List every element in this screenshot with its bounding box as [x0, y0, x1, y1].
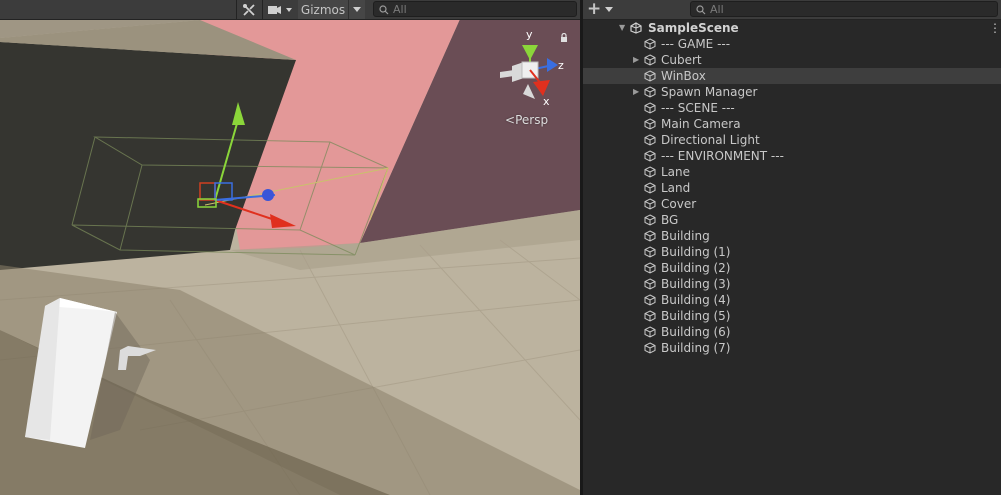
gizmos-button[interactable]: Gizmos — [298, 0, 348, 19]
gameobject-icon — [644, 134, 656, 146]
hierarchy-item-label: --- GAME --- — [661, 37, 731, 51]
hierarchy-item-label: Spawn Manager — [661, 85, 758, 99]
kebab-menu-icon[interactable]: ⋮ — [989, 20, 1001, 36]
gameobject-icon — [644, 342, 656, 354]
hierarchy-search-input[interactable]: All — [690, 1, 998, 17]
chevron-down-icon — [353, 6, 361, 12]
hierarchy-item-label: Building (4) — [661, 293, 731, 307]
hierarchy-item-label: Lane — [661, 165, 691, 179]
hierarchy-item-label: WinBox — [661, 69, 706, 83]
hierarchy-item-label: --- ENVIRONMENT --- — [661, 149, 784, 163]
hierarchy-item[interactable]: Building — [583, 228, 1001, 244]
hierarchy-item-label: Cubert — [661, 53, 702, 67]
hierarchy-item[interactable]: Building (7) — [583, 340, 1001, 356]
hierarchy-item[interactable]: Land — [583, 180, 1001, 196]
gizmo-z-label: z — [558, 59, 564, 72]
hierarchy-item-label: Building (2) — [661, 261, 731, 275]
gameobject-icon — [644, 310, 656, 322]
persp-arrow-icon: < — [505, 113, 516, 127]
hierarchy-item[interactable]: --- ENVIRONMENT --- — [583, 148, 1001, 164]
gameobject-icon — [644, 54, 656, 66]
scene-toolbar: Gizmos All — [0, 0, 580, 20]
expand-arrow-icon[interactable]: ▶ — [633, 84, 643, 100]
add-object-button[interactable]: + — [587, 0, 619, 19]
lock-icon[interactable] — [560, 32, 568, 46]
hierarchy-item[interactable]: Building (1) — [583, 244, 1001, 260]
tools-icon[interactable] — [237, 0, 261, 19]
gameobject-icon — [644, 246, 656, 258]
expand-arrow-icon[interactable]: ▶ — [633, 52, 643, 68]
hierarchy-item[interactable]: Cover — [583, 196, 1001, 212]
hierarchy-item[interactable]: Building (2) — [583, 260, 1001, 276]
expand-arrow-icon[interactable]: ▼ — [619, 20, 629, 36]
hierarchy-item[interactable]: Building (3) — [583, 276, 1001, 292]
gameobject-icon — [644, 230, 656, 242]
hierarchy-item[interactable]: ▶ Spawn Manager — [583, 84, 1001, 100]
gameobject-icon — [644, 278, 656, 290]
gameobject-icon — [644, 262, 656, 274]
gameobject-icon — [644, 86, 656, 98]
gameobject-icon — [644, 294, 656, 306]
chevron-down-icon — [605, 6, 614, 12]
search-icon — [379, 4, 389, 15]
hierarchy-toolbar: + All — [583, 0, 1001, 20]
hierarchy-panel: + All ▼ SampleScene ⋮ --- GAME --- ▶ Cuber… — [583, 0, 1001, 495]
hierarchy-item[interactable]: Main Camera — [583, 116, 1001, 132]
search-icon — [696, 4, 706, 15]
hierarchy-item[interactable]: Building (5) — [583, 308, 1001, 324]
hierarchy-item-label: Building (3) — [661, 277, 731, 291]
hierarchy-item[interactable]: --- SCENE --- — [583, 100, 1001, 116]
gizmos-dropdown[interactable] — [348, 0, 365, 19]
gizmo-y-label: y — [526, 28, 533, 41]
hierarchy-item[interactable]: BG — [583, 212, 1001, 228]
hierarchy-item[interactable]: --- GAME --- — [583, 36, 1001, 52]
hierarchy-item-label: Building (1) — [661, 245, 731, 259]
hierarchy-item-label: Building (6) — [661, 325, 731, 339]
hierarchy-item[interactable]: Directional Light — [583, 132, 1001, 148]
hierarchy-item-label: BG — [661, 213, 679, 227]
scene-root-row[interactable]: ▼ SampleScene ⋮ — [583, 20, 1001, 36]
scene-search-input[interactable]: All — [373, 1, 577, 17]
gameobject-icon — [644, 70, 656, 82]
gameobject-icon — [644, 150, 656, 162]
gameobject-icon — [644, 38, 656, 50]
gameobject-icon — [644, 214, 656, 226]
scene-viewport[interactable]: y z x — [0, 0, 580, 495]
scene-search-placeholder: All — [393, 3, 407, 16]
hierarchy-item-label: Cover — [661, 197, 697, 211]
gameobject-icon — [644, 182, 656, 194]
projection-toggle[interactable]: <Persp — [505, 113, 548, 127]
hierarchy-item[interactable]: ▶ Cubert — [583, 52, 1001, 68]
gameobject-icon — [644, 326, 656, 338]
plus-icon: + — [587, 0, 602, 19]
gameobject-icon — [644, 198, 656, 210]
scene-name: SampleScene — [648, 21, 739, 35]
hierarchy-item-label: Building — [661, 229, 710, 243]
hierarchy-item-label: Building (5) — [661, 309, 731, 323]
hierarchy-item-label: Directional Light — [661, 133, 760, 147]
hierarchy-item[interactable]: Lane — [583, 164, 1001, 180]
scene-view[interactable]: y z x <Persp Gizmos All — [0, 0, 580, 495]
gameobject-icon — [644, 166, 656, 178]
hierarchy-item-label: Land — [661, 181, 691, 195]
hierarchy-search-placeholder: All — [710, 3, 724, 16]
gameobject-icon — [644, 102, 656, 114]
hierarchy-item-label: Main Camera — [661, 117, 741, 131]
hierarchy-item[interactable]: Building (6) — [583, 324, 1001, 340]
unity-scene-icon — [630, 22, 642, 34]
hierarchy-item[interactable]: Building (4) — [583, 292, 1001, 308]
hierarchy-item-label: Building (7) — [661, 341, 731, 355]
camera-icon[interactable] — [263, 0, 297, 19]
gizmo-x-label: x — [543, 95, 550, 108]
hierarchy-item-label: --- SCENE --- — [661, 101, 735, 115]
projection-label: Persp — [515, 113, 549, 127]
gameobject-icon — [644, 118, 656, 130]
hierarchy-item[interactable]: WinBox — [583, 68, 1001, 84]
